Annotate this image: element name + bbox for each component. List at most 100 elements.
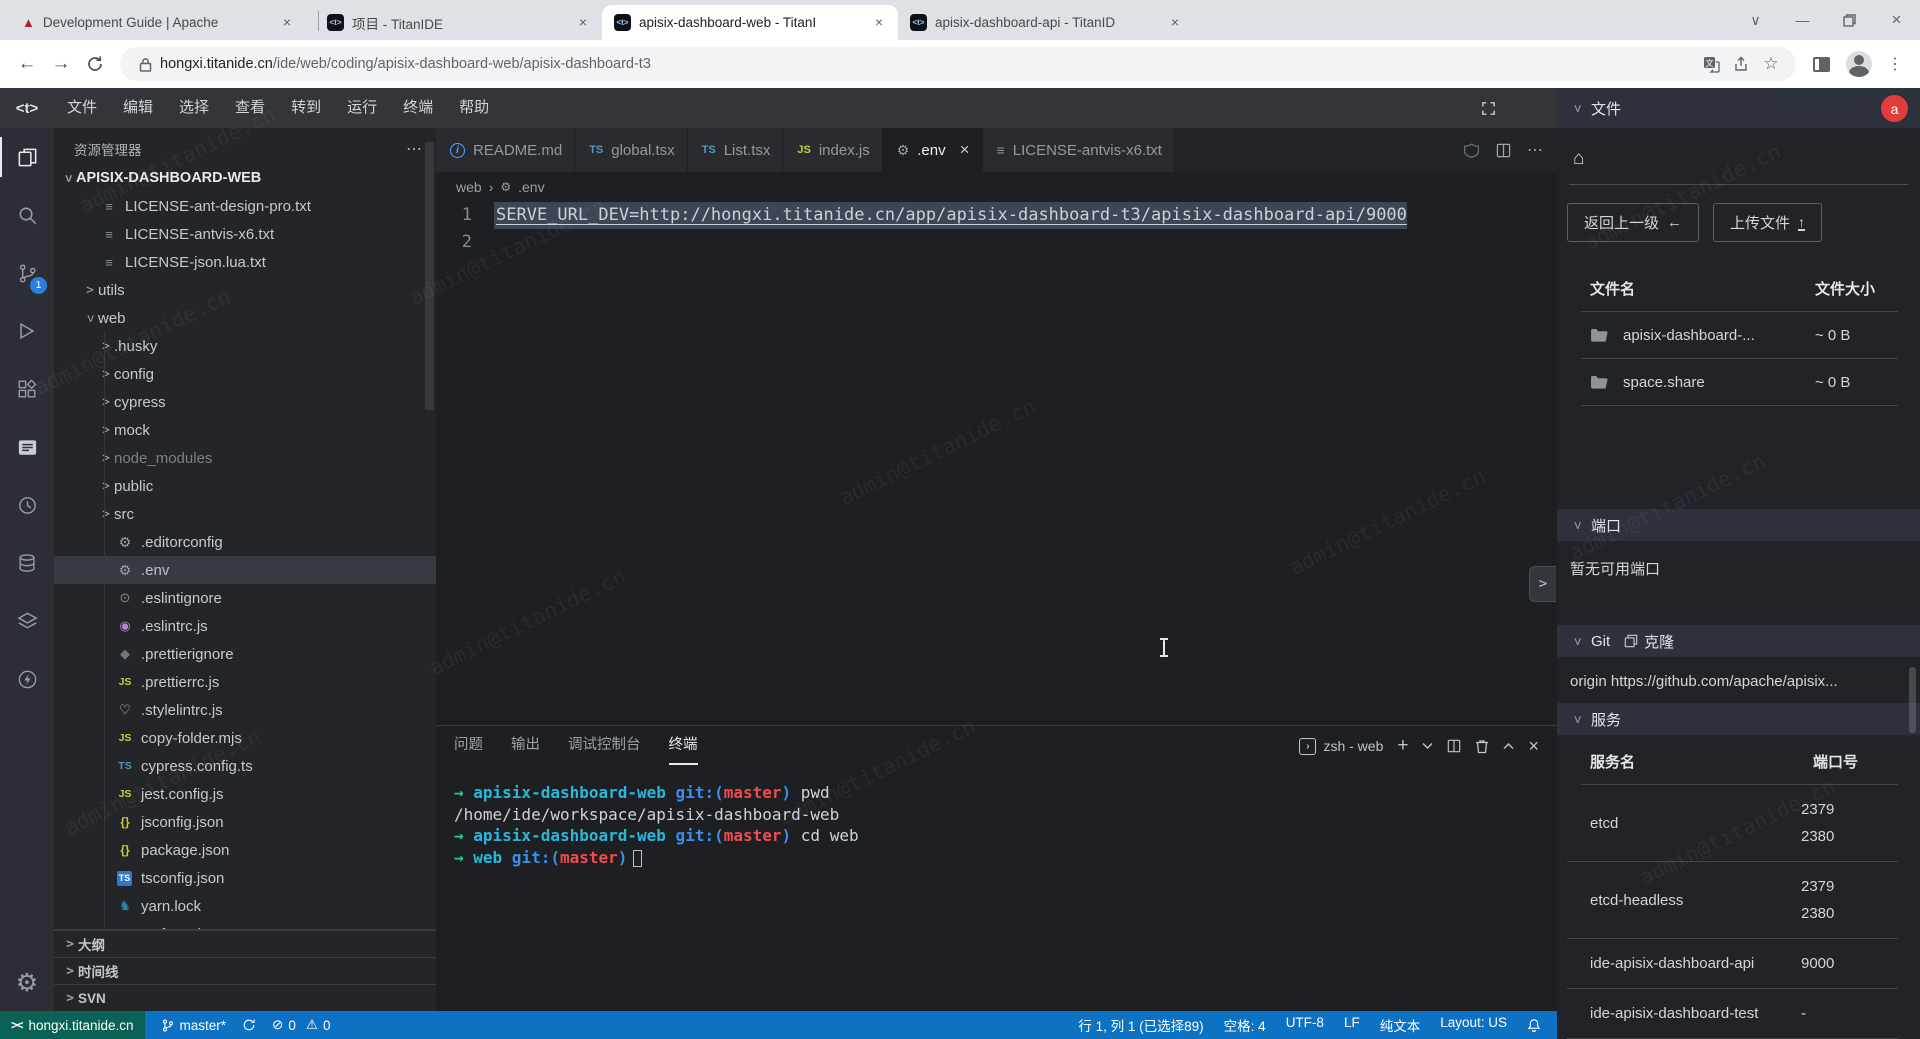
tree-item[interactable]: public [54, 472, 436, 500]
expand-panel-button[interactable]: > [1529, 566, 1556, 602]
lightning-icon[interactable] [0, 650, 54, 708]
service-row[interactable]: etcd-headless 23792380 [1567, 862, 1898, 939]
service-row[interactable]: ide-apisix-dashboard-test - [1567, 989, 1898, 1039]
tree-item[interactable]: config [54, 360, 436, 388]
layers-icon[interactable] [0, 592, 54, 650]
menu-item[interactable]: 终端 [390, 88, 446, 128]
notifications-bell-icon[interactable] [1527, 1018, 1541, 1033]
file-row[interactable]: space.share ~ 0 B [1567, 359, 1910, 405]
translate-icon[interactable]: 文 [1696, 49, 1726, 79]
go-up-button[interactable]: 返回上一级 ← [1567, 203, 1699, 242]
terminal[interactable]: → apisix-dashboard-web git:(master) pwd/… [436, 766, 1557, 1011]
user-avatar[interactable]: a [1881, 95, 1908, 122]
explorer-icon[interactable] [0, 128, 54, 186]
status-item[interactable]: Layout: US [1440, 1015, 1507, 1035]
breadcrumb-file[interactable]: .env [518, 179, 544, 195]
sidebar-section[interactable]: SVN [54, 984, 436, 1011]
file-row[interactable]: apisix-dashboard-... ~ 0 B [1567, 312, 1910, 358]
tree-item[interactable]: JS copy-folder.mjs [54, 724, 436, 752]
services-section-header[interactable]: 服务 [1557, 703, 1920, 735]
browser-tab[interactable]: 项目 - TitanIDE × [306, 5, 602, 40]
editor-tab[interactable]: ≡ LICENSE-antvis-x6.txt [983, 128, 1175, 172]
tree-item[interactable]: {} jsconfig.json [54, 808, 436, 836]
address-bar[interactable]: hongxi.titanide.cn/ide/web/coding/apisix… [120, 47, 1796, 81]
menu-item[interactable]: 转到 [278, 88, 334, 128]
status-item[interactable]: 行 1, 列 1 (已选择89) [1078, 1015, 1203, 1035]
problems-indicator[interactable]: ⊘ 0 ⚠ 0 [272, 1017, 330, 1033]
close-panel-icon[interactable]: × [1528, 736, 1539, 757]
menu-item[interactable]: 文件 [54, 88, 110, 128]
tab-close-icon[interactable]: × [1166, 14, 1184, 32]
menu-item[interactable]: 编辑 [110, 88, 166, 128]
sidebar-scrollbar[interactable] [425, 142, 434, 410]
tree-item[interactable]: .husky [54, 332, 436, 360]
tree-item[interactable]: ♡ .stylelintrc.js [54, 696, 436, 724]
tree-item[interactable]: src [54, 500, 436, 528]
clone-label[interactable]: 克隆 [1644, 631, 1674, 652]
tree-item[interactable]: ≡ LICENSE-json.lua.txt [54, 248, 436, 276]
tab-close-icon[interactable]: × [574, 14, 592, 32]
bookmark-star-icon[interactable]: ☆ [1756, 49, 1786, 79]
editor-tab[interactable]: i README.md [436, 128, 575, 172]
tree-item[interactable]: {} package.json [54, 836, 436, 864]
browser-tab[interactable]: Development Guide | Apache × [10, 5, 306, 40]
upload-button[interactable]: 上传文件 ↑ [1713, 203, 1822, 242]
tree-item[interactable]: utils [54, 276, 436, 304]
right-panel-scrollbar[interactable] [1909, 667, 1916, 733]
tree-item[interactable]: ⚙ .editorconfig [54, 528, 436, 556]
browser-tab[interactable]: apisix-dashboard-web - TitanI × [602, 5, 898, 40]
maximize-icon[interactable] [1826, 0, 1873, 40]
files-section-header[interactable]: 文件 [1557, 88, 1920, 128]
kill-terminal-icon[interactable] [1475, 739, 1489, 754]
browser-tab[interactable]: apisix-dashboard-api - TitanID × [898, 5, 1194, 40]
terminal-dropdown-icon[interactable] [1422, 742, 1433, 750]
service-row[interactable]: ide-apisix-dashboard-api 9000 [1567, 939, 1898, 989]
extensions-icon[interactable] [0, 360, 54, 418]
tree-item[interactable]: web [54, 304, 436, 332]
settings-gear-icon[interactable]: ⚙ [0, 955, 54, 1011]
tree-item[interactable]: ⚙ .env [54, 556, 436, 584]
split-terminal-icon[interactable] [1447, 739, 1461, 753]
tree-item[interactable]: ♞ yarn.lock [54, 892, 436, 920]
side-panel-icon[interactable] [1806, 49, 1836, 79]
status-item[interactable]: 纯文本 [1380, 1015, 1421, 1035]
keyboard-layout-icon[interactable] [1463, 142, 1480, 159]
panel-tab[interactable]: 问题 [454, 727, 483, 765]
tab-close-icon[interactable]: × [960, 140, 970, 160]
service-row[interactable]: etcd 23792380 [1567, 785, 1898, 862]
editor-tab[interactable]: ⚙ .env × [883, 128, 983, 172]
database-icon[interactable] [0, 534, 54, 592]
search-icon[interactable] [0, 186, 54, 244]
ports-section-header[interactable]: 端口 [1557, 509, 1920, 541]
url-text[interactable]: hongxi.titanide.cn/ide/web/coding/apisix… [160, 56, 1696, 72]
remote-indicator[interactable]: >< hongxi.titanide.cn [0, 1011, 145, 1039]
tree-item[interactable]: ≡ LICENSE-antvis-x6.txt [54, 220, 436, 248]
profile-avatar[interactable] [1844, 49, 1874, 79]
sidebar-section[interactable]: 时间线 [54, 957, 436, 984]
tab-close-icon[interactable]: × [870, 14, 888, 32]
code-line[interactable]: 2 [436, 229, 1557, 256]
status-item[interactable]: UTF-8 [1286, 1015, 1324, 1035]
status-item[interactable]: 空格: 4 [1224, 1015, 1266, 1035]
tree-item[interactable]: JS .prettierrc.js [54, 668, 436, 696]
split-editor-icon[interactable] [1496, 143, 1511, 158]
maximize-panel-icon[interactable] [1503, 742, 1514, 750]
panel-tab[interactable]: 终端 [669, 727, 698, 765]
sidebar-section[interactable]: 大纲 [54, 930, 436, 957]
project-root[interactable]: APISIX-DASHBOARD-WEB [54, 164, 436, 192]
source-control-icon[interactable]: 1 [0, 244, 54, 302]
menu-item[interactable]: 帮助 [446, 88, 502, 128]
refresh-icon[interactable] [78, 47, 112, 81]
git-remote[interactable]: origin https://github.com/apache/apisix.… [1570, 665, 1920, 703]
git-section-header[interactable]: Git 克隆 [1557, 625, 1920, 657]
tree-item[interactable]: ≡ LICENSE-ant-design-pro.txt [54, 192, 436, 220]
fullscreen-icon[interactable] [1480, 100, 1497, 117]
menu-item[interactable]: 选择 [166, 88, 222, 128]
menu-item[interactable]: 查看 [222, 88, 278, 128]
new-terminal-icon[interactable]: + [1397, 735, 1408, 757]
panel-tab[interactable]: 输出 [511, 727, 540, 765]
browser-menu-icon[interactable]: ⋮ [1880, 49, 1910, 79]
run-debug-icon[interactable] [0, 302, 54, 360]
tree-item[interactable]: TS tsconfig.json [54, 864, 436, 892]
sync-icon[interactable] [242, 1018, 256, 1032]
